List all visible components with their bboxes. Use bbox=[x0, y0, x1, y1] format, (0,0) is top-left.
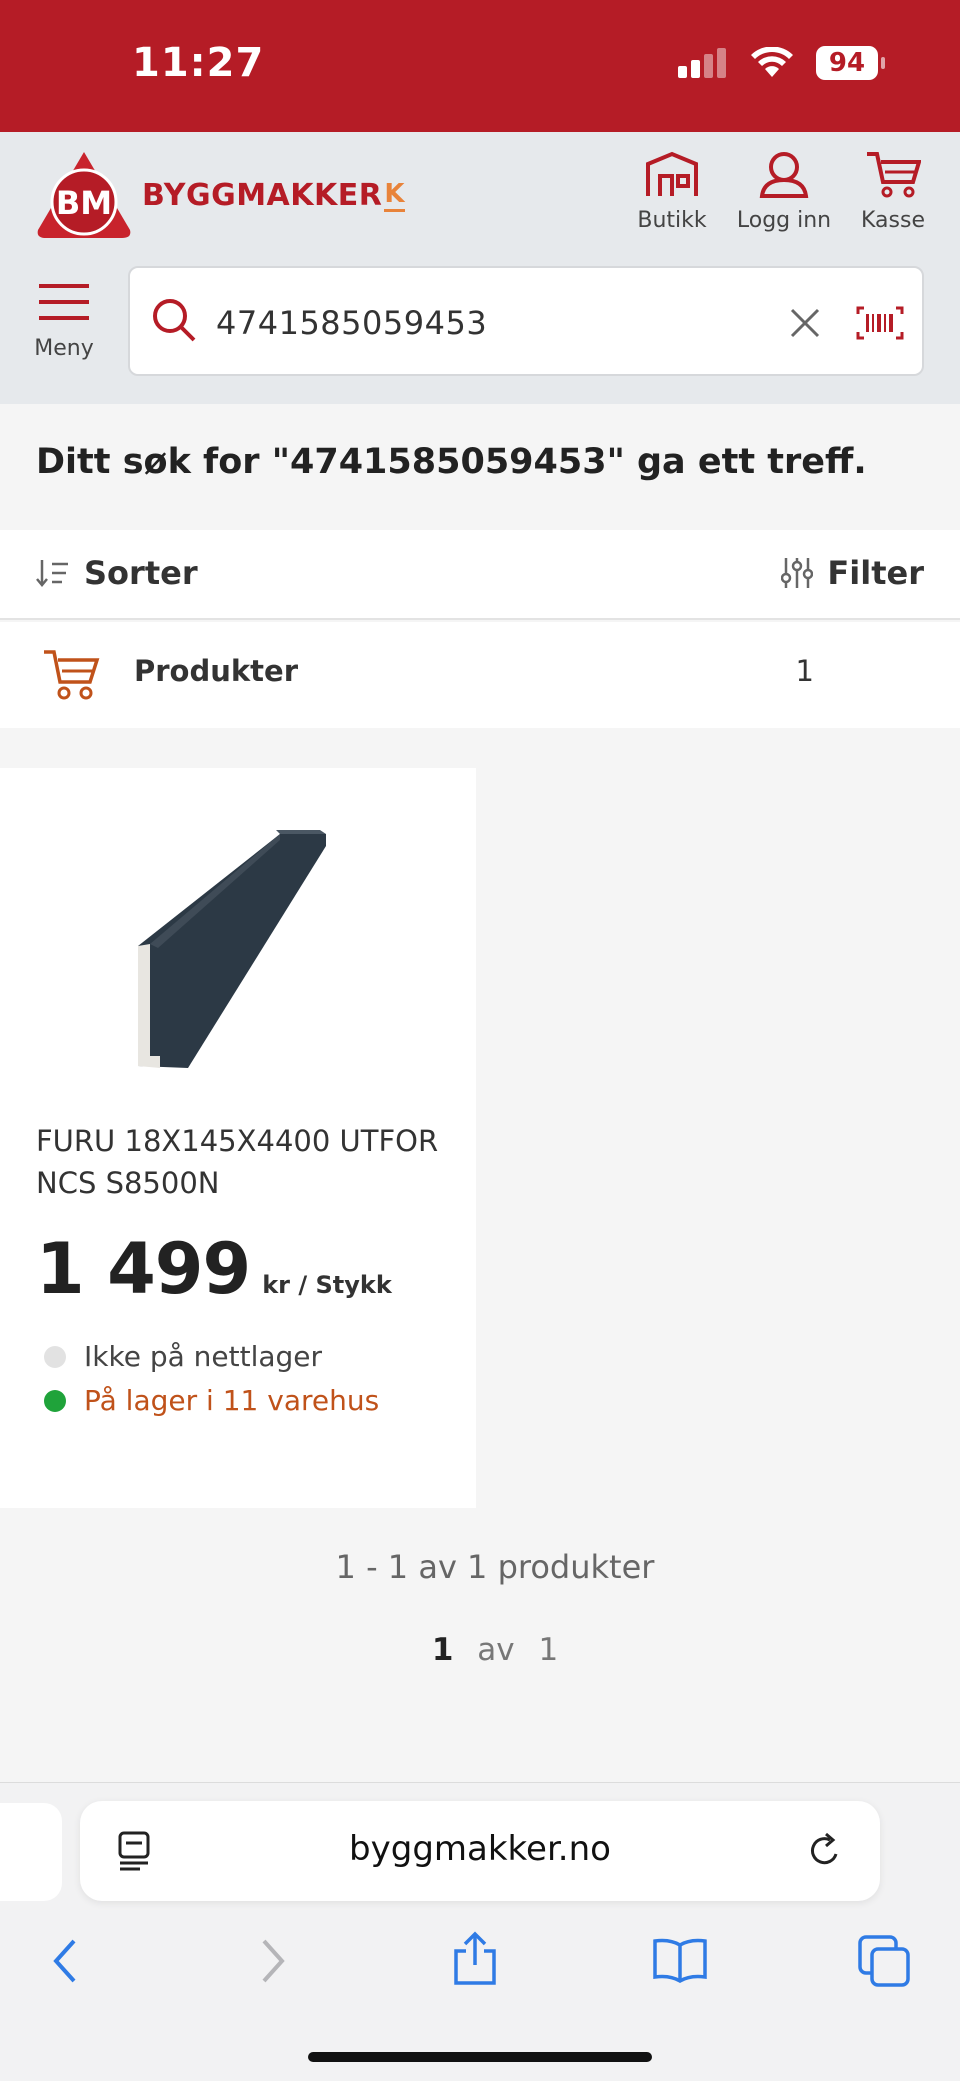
previous-tab[interactable] bbox=[0, 1803, 62, 1901]
hamburger-icon bbox=[39, 284, 89, 320]
search-result-title: Ditt søk for "4741585059453" ga ett tref… bbox=[36, 442, 867, 482]
barcode-icon[interactable] bbox=[856, 306, 904, 340]
online-stock-status: Ikke på nettlager bbox=[44, 1340, 322, 1373]
reload-icon[interactable] bbox=[806, 1832, 844, 1870]
login-label: Logg inn bbox=[736, 208, 832, 233]
user-icon bbox=[759, 152, 809, 198]
store-stock-text: På lager i 11 varehus bbox=[84, 1384, 380, 1417]
product-name[interactable]: FURU 18X145X4400 UTFOR NCS S8500N bbox=[36, 1120, 446, 1204]
product-name-line2: NCS S8500N bbox=[36, 1166, 220, 1200]
product-name-line1: FURU 18X145X4400 UTFOR bbox=[36, 1124, 439, 1158]
page-separator: av bbox=[477, 1632, 515, 1668]
status-dot-grey bbox=[44, 1345, 66, 1368]
store-button[interactable]: Butikk bbox=[617, 150, 727, 233]
status-dot-green bbox=[44, 1389, 66, 1412]
status-bar: 11:27 94 bbox=[0, 0, 960, 132]
menu-label: Meny bbox=[34, 336, 94, 361]
signal-icon bbox=[678, 48, 726, 78]
logo-k: K bbox=[384, 179, 406, 212]
price-value: 1 499 bbox=[36, 1228, 251, 1310]
login-button[interactable]: Logg inn bbox=[729, 150, 839, 233]
product-card[interactable]: FURU 18X145X4400 UTFOR NCS S8500N 1 499 … bbox=[0, 768, 476, 1508]
status-icons: 94 bbox=[678, 46, 885, 80]
page-total[interactable]: 1 bbox=[538, 1632, 558, 1668]
sort-button[interactable]: Sorter bbox=[36, 554, 198, 592]
logo-badge: BM bbox=[34, 150, 134, 240]
wifi-icon bbox=[751, 47, 793, 77]
cart-label: Kasse bbox=[861, 208, 925, 233]
bookmarks-icon[interactable] bbox=[652, 1937, 708, 1983]
share-icon[interactable] bbox=[452, 1931, 498, 1987]
sort-filter-bar: Sorter Filter bbox=[0, 530, 960, 620]
filter-label: Filter bbox=[827, 554, 924, 592]
clear-icon[interactable] bbox=[790, 308, 820, 338]
pagination: 1 av 1 bbox=[0, 1632, 960, 1668]
address-bar[interactable]: byggmakker.no bbox=[80, 1801, 880, 1901]
search-input[interactable]: 4741585059453 bbox=[216, 304, 487, 342]
cart-products-icon bbox=[44, 650, 100, 700]
online-stock-text: Ikke på nettlager bbox=[84, 1340, 323, 1373]
logo[interactable]: BM BYGGMAKKER K bbox=[34, 150, 406, 240]
status-time: 11:27 bbox=[132, 40, 265, 86]
products-tab[interactable]: Produkter 1 bbox=[0, 622, 960, 728]
price-unit: kr / Stykk bbox=[262, 1271, 392, 1299]
cart-button[interactable]: Kasse bbox=[838, 150, 948, 233]
logo-badge-text: BM bbox=[55, 184, 113, 222]
store-label: Butikk bbox=[637, 208, 707, 233]
browser-toolbar: byggmakker.no bbox=[0, 1782, 960, 2081]
tabs-icon[interactable] bbox=[858, 1935, 910, 1987]
store-icon bbox=[646, 151, 698, 196]
pagination-summary: 1 - 1 av 1 produkter bbox=[335, 1548, 655, 1586]
back-icon[interactable] bbox=[50, 1937, 80, 1985]
home-indicator bbox=[308, 2052, 652, 2062]
product-image bbox=[138, 830, 326, 1068]
filter-button[interactable]: Filter bbox=[781, 554, 924, 592]
cart-icon bbox=[867, 152, 922, 198]
product-price: 1 499 kr / Stykk bbox=[36, 1228, 392, 1310]
sort-label: Sorter bbox=[84, 554, 198, 592]
store-stock-status[interactable]: På lager i 11 varehus bbox=[44, 1384, 379, 1417]
products-tab-count: 1 bbox=[795, 654, 814, 688]
filter-icon bbox=[781, 558, 814, 588]
battery-indicator: 94 bbox=[816, 46, 885, 80]
url-text: byggmakker.no bbox=[349, 1829, 611, 1869]
page-current: 1 bbox=[431, 1632, 454, 1668]
products-tab-label: Produkter bbox=[134, 654, 299, 688]
menu-button[interactable]: Meny bbox=[22, 280, 106, 361]
logo-name: BYGGMAKKER bbox=[142, 177, 383, 213]
forward-icon[interactable] bbox=[258, 1937, 288, 1985]
sort-icon bbox=[36, 560, 68, 587]
search-icon bbox=[153, 299, 196, 342]
search-field[interactable]: 4741585059453 bbox=[128, 266, 924, 376]
